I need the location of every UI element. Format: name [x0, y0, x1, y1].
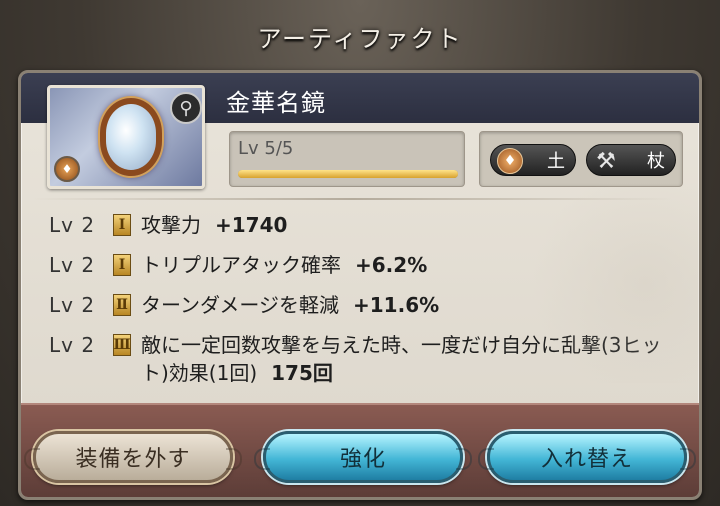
skill-row: Lv 2 Ⅲ 敵に一定回数攻撃を与えた時、一度だけ自分に乱撃(3ヒット)効果(1…: [49, 331, 689, 387]
window-title: アーティファクト: [257, 24, 463, 53]
skill-list: Lv 2 Ⅰ 攻撃力 +1740 Lv 2 Ⅰ トリプルアタック確率 +6.2% L…: [49, 211, 689, 399]
level-progress-bar: [238, 170, 458, 178]
artifact-detail-panel: 金華名鏡 ⚲ ♦ Lv 5/5 ♦ 土 ⚒ 杖 Lv 2 Ⅰ 攻撃力 +1740 …: [18, 70, 702, 500]
skill-desc: 敵に一定回数攻撃を与えた時、一度だけ自分に乱撃(3ヒット)効果(1回): [141, 333, 662, 385]
skill-desc-wrap: ターンダメージを軽減 +11.6%: [141, 291, 689, 319]
skill-value: +11.6%: [353, 293, 440, 317]
mirror-icon: [100, 98, 162, 176]
skill-value: 175回: [271, 361, 333, 385]
title-bar: アーティファクト: [0, 0, 720, 72]
skill-desc: トリプルアタック確率: [141, 253, 341, 277]
skill-level: Lv 2: [49, 253, 96, 277]
level-text: Lv 5/5: [238, 138, 294, 159]
skill-level: Lv 2: [49, 333, 96, 357]
staff-icon: ⚒: [596, 148, 616, 174]
swap-button[interactable]: 入れ替え: [478, 431, 696, 483]
skill-row: Lv 2 Ⅰ 攻撃力 +1740: [49, 211, 689, 239]
skill-value: +1740: [215, 213, 288, 237]
element-badge: ♦ 土: [490, 144, 576, 176]
earth-element-icon: ♦: [497, 148, 523, 174]
skill-desc-wrap: トリプルアタック確率 +6.2%: [141, 251, 689, 279]
skill-row: Lv 2 Ⅱ ターンダメージを軽減 +11.6%: [49, 291, 689, 319]
rank-icon: Ⅱ: [113, 294, 131, 316]
enhance-button[interactable]: 強化: [254, 431, 472, 483]
weapon-label: 杖: [647, 151, 665, 172]
skill-desc-wrap: 攻撃力 +1740: [141, 211, 689, 239]
level-progress-fill: [238, 170, 458, 178]
attribute-box: ♦ 土 ⚒ 杖: [479, 131, 683, 187]
rank-icon: Ⅰ: [113, 254, 131, 276]
rank-icon: Ⅰ: [113, 214, 131, 236]
staff-icon: ⚲: [170, 92, 202, 124]
artifact-thumbnail[interactable]: ⚲ ♦: [47, 85, 205, 189]
skill-row: Lv 2 Ⅰ トリプルアタック確率 +6.2%: [49, 251, 689, 279]
action-bar: 装備を外す 強化 入れ替え: [21, 403, 699, 497]
skill-desc: ターンダメージを軽減: [141, 293, 339, 317]
skill-level: Lv 2: [49, 293, 96, 317]
unequip-button[interactable]: 装備を外す: [24, 431, 242, 483]
skill-level: Lv 2: [49, 213, 96, 237]
skill-desc: 攻撃力: [141, 213, 201, 237]
skill-value: +6.2%: [355, 253, 428, 277]
skill-desc-wrap: 敵に一定回数攻撃を与えた時、一度だけ自分に乱撃(3ヒット)効果(1回) 175回: [141, 331, 689, 387]
weapon-badge: ⚒ 杖: [586, 144, 676, 176]
divider: [33, 198, 673, 200]
rank-icon: Ⅲ: [113, 334, 131, 356]
earth-element-icon: ♦: [54, 156, 80, 182]
level-box: Lv 5/5: [229, 131, 465, 187]
element-label: 土: [547, 151, 565, 172]
artifact-name: 金華名鏡: [226, 89, 326, 117]
